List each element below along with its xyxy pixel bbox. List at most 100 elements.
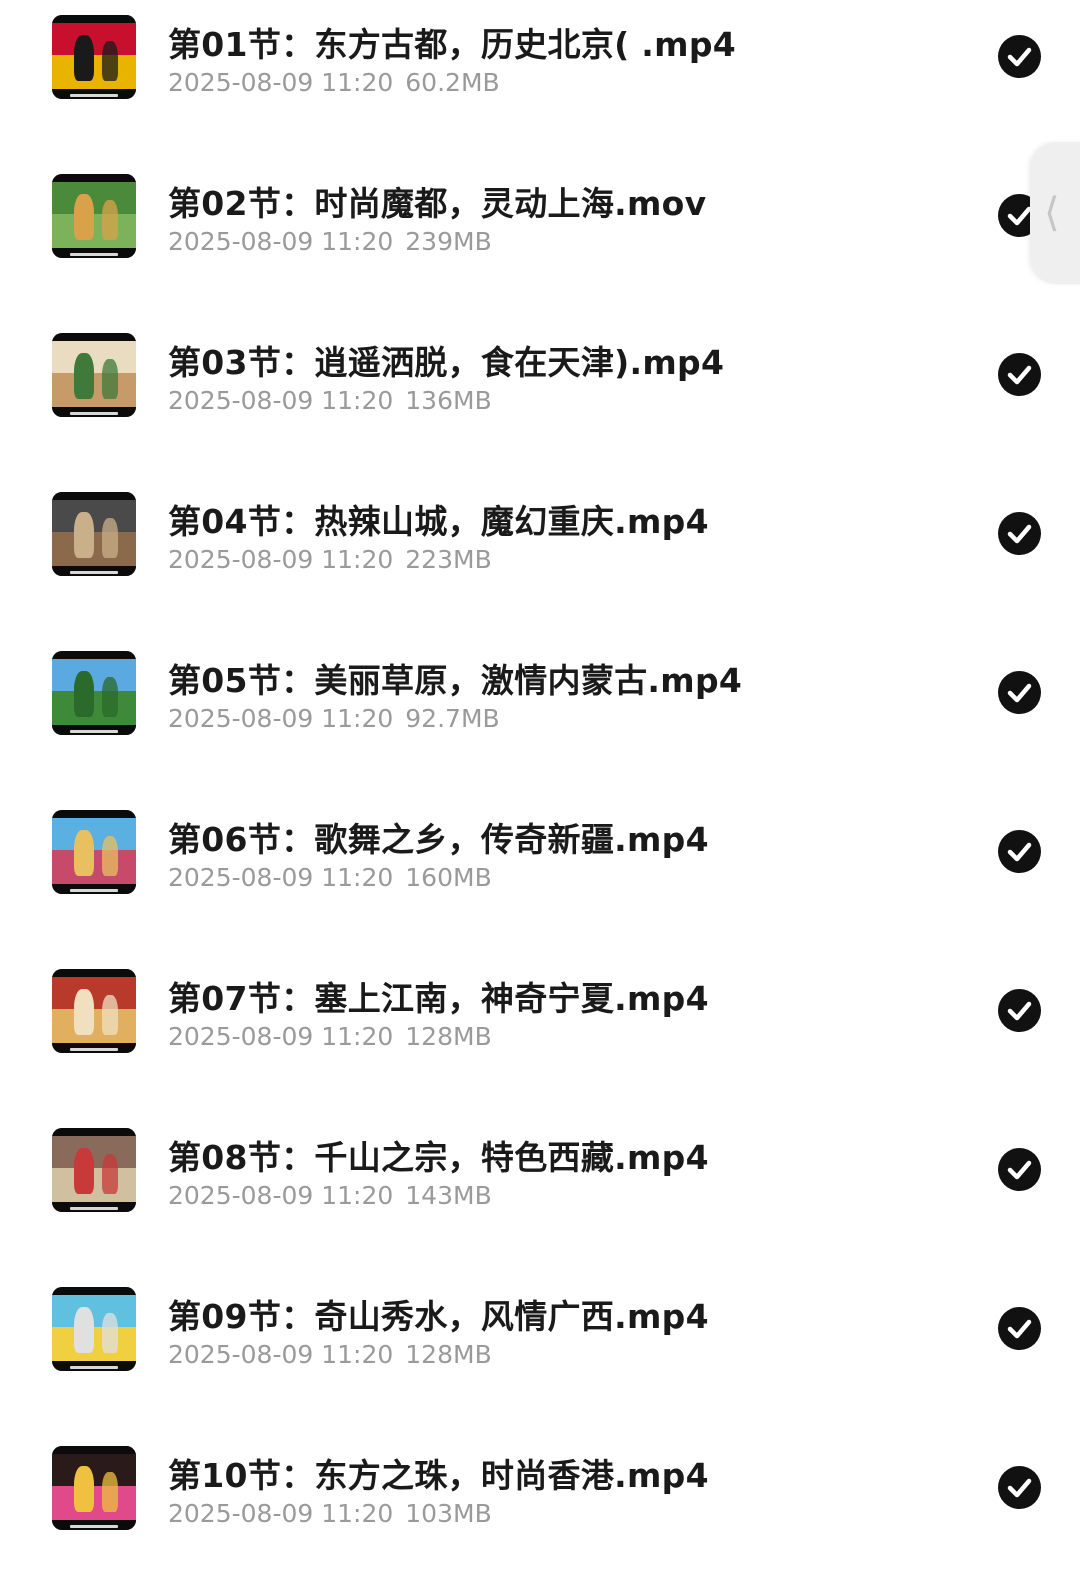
video-thumbnail[interactable] <box>52 1446 136 1530</box>
subtitle-strip <box>70 1366 118 1369</box>
video-thumbnail[interactable] <box>52 651 136 735</box>
thumbnail-figure <box>74 671 94 717</box>
letterbox-bar <box>52 1287 136 1295</box>
letterbox-bar <box>52 1128 136 1136</box>
check-circle-icon[interactable] <box>998 35 1041 78</box>
file-size: 223MB <box>405 545 492 574</box>
check-circle-icon[interactable] <box>998 353 1041 396</box>
subtitle-strip <box>70 94 118 97</box>
thumbnail-figure <box>102 1154 118 1194</box>
video-thumbnail[interactable] <box>52 174 136 258</box>
file-meta: 2025-08-09 11:20 60.2MB <box>168 68 500 97</box>
letterbox-bar <box>52 15 136 23</box>
file-name: 第06节：歌舞之乡，传奇新疆.mp4 <box>168 820 709 859</box>
letterbox-bar <box>52 174 136 182</box>
file-size: 60.2MB <box>405 68 500 97</box>
file-size: 136MB <box>405 386 492 415</box>
file-name: 第10节：东方之珠，时尚香港.mp4 <box>168 1456 709 1495</box>
letterbox-bar <box>52 1446 136 1454</box>
thumbnail-figure <box>74 35 94 81</box>
file-meta: 2025-08-09 11:20 136MB <box>168 386 492 415</box>
subtitle-strip <box>70 571 118 574</box>
video-thumbnail[interactable] <box>52 1287 136 1371</box>
file-name: 第03节：逍遥洒脱，食在天津).mp4 <box>168 343 725 382</box>
thumbnail-figure <box>74 830 94 876</box>
file-size: 143MB <box>405 1181 492 1210</box>
file-row[interactable]: 第07节：塞上江南，神奇宁夏.mp4 2025-08-09 11:20 128MB <box>0 954 1080 1113</box>
file-meta: 2025-08-09 11:20 160MB <box>168 863 492 892</box>
letterbox-bar <box>52 810 136 818</box>
file-row[interactable]: 第02节：时尚魔都，灵动上海.mov 2025-08-09 11:20 239MB <box>0 159 1080 318</box>
file-date: 2025-08-09 11:20 <box>168 1181 394 1210</box>
file-row[interactable]: 第10节：东方之珠，时尚香港.mp4 2025-08-09 11:20 103MB <box>0 1431 1080 1580</box>
video-thumbnail[interactable] <box>52 969 136 1053</box>
thumbnail-figure <box>102 41 118 81</box>
file-name: 第01节：东方古都，历史北京( .mp4 <box>168 25 736 64</box>
file-meta: 2025-08-09 11:20 92.7MB <box>168 704 500 733</box>
check-circle-icon[interactable] <box>998 1307 1041 1350</box>
file-date: 2025-08-09 11:20 <box>168 386 394 415</box>
check-circle-icon[interactable] <box>998 989 1041 1032</box>
chevron-left-icon: ⟨ <box>1044 190 1060 236</box>
file-name: 第09节：奇山秀水，风情广西.mp4 <box>168 1297 709 1336</box>
check-circle-icon[interactable] <box>998 512 1041 555</box>
video-thumbnail[interactable] <box>52 492 136 576</box>
file-size: 103MB <box>405 1499 492 1528</box>
subtitle-strip <box>70 889 118 892</box>
thumbnail-figure <box>102 518 118 558</box>
file-name: 第04节：热辣山城，魔幻重庆.mp4 <box>168 502 709 541</box>
thumbnail-figure <box>102 677 118 717</box>
file-row[interactable]: 第04节：热辣山城，魔幻重庆.mp4 2025-08-09 11:20 223MB <box>0 477 1080 636</box>
thumbnail-figure <box>74 1307 94 1353</box>
subtitle-strip <box>70 1048 118 1051</box>
file-date: 2025-08-09 11:20 <box>168 1022 394 1051</box>
file-name: 第02节：时尚魔都，灵动上海.mov <box>168 184 707 223</box>
thumbnail-figure <box>102 200 118 240</box>
file-date: 2025-08-09 11:20 <box>168 1340 394 1369</box>
file-row[interactable]: 第01节：东方古都，历史北京( .mp4 2025-08-09 11:20 60.2… <box>0 0 1080 159</box>
thumbnail-figure <box>74 512 94 558</box>
thumbnail-figure <box>74 353 94 399</box>
file-meta: 2025-08-09 11:20 128MB <box>168 1340 492 1369</box>
file-date: 2025-08-09 11:20 <box>168 704 394 733</box>
thumbnail-figure <box>102 836 118 876</box>
file-date: 2025-08-09 11:20 <box>168 227 394 256</box>
video-thumbnail[interactable] <box>52 15 136 99</box>
file-meta: 2025-08-09 11:20 143MB <box>168 1181 492 1210</box>
check-circle-icon[interactable] <box>998 1148 1041 1191</box>
check-circle-icon[interactable] <box>998 671 1041 714</box>
file-date: 2025-08-09 11:20 <box>168 1499 394 1528</box>
file-row[interactable]: 第08节：千山之宗，特色西藏.mp4 2025-08-09 11:20 143MB <box>0 1113 1080 1272</box>
thumbnail-figure <box>102 359 118 399</box>
file-date: 2025-08-09 11:20 <box>168 545 394 574</box>
file-meta: 2025-08-09 11:20 223MB <box>168 545 492 574</box>
subtitle-strip <box>70 730 118 733</box>
file-size: 239MB <box>405 227 492 256</box>
check-circle-icon[interactable] <box>998 1466 1041 1509</box>
file-size: 92.7MB <box>405 704 500 733</box>
check-circle-icon[interactable] <box>998 830 1041 873</box>
thumbnail-figure <box>74 989 94 1035</box>
file-meta: 2025-08-09 11:20 103MB <box>168 1499 492 1528</box>
file-size: 160MB <box>405 863 492 892</box>
video-thumbnail[interactable] <box>52 333 136 417</box>
thumbnail-figure <box>74 1148 94 1194</box>
letterbox-bar <box>52 492 136 500</box>
subtitle-strip <box>70 1525 118 1528</box>
video-thumbnail[interactable] <box>52 1128 136 1212</box>
file-date: 2025-08-09 11:20 <box>168 863 394 892</box>
file-meta: 2025-08-09 11:20 239MB <box>168 227 492 256</box>
file-row[interactable]: 第06节：歌舞之乡，传奇新疆.mp4 2025-08-09 11:20 160MB <box>0 795 1080 954</box>
thumbnail-figure <box>102 995 118 1035</box>
file-name: 第08节：千山之宗，特色西藏.mp4 <box>168 1138 709 1177</box>
video-thumbnail[interactable] <box>52 810 136 894</box>
file-row[interactable]: 第03节：逍遥洒脱，食在天津).mp4 2025-08-09 11:20 136MB <box>0 318 1080 477</box>
file-meta: 2025-08-09 11:20 128MB <box>168 1022 492 1051</box>
letterbox-bar <box>52 969 136 977</box>
file-date: 2025-08-09 11:20 <box>168 68 394 97</box>
side-drawer-handle[interactable]: ⟨ <box>1030 142 1080 284</box>
letterbox-bar <box>52 651 136 659</box>
file-row[interactable]: 第05节：美丽草原，激情内蒙古.mp4 2025-08-09 11:20 92.7M… <box>0 636 1080 795</box>
file-row[interactable]: 第09节：奇山秀水，风情广西.mp4 2025-08-09 11:20 128MB <box>0 1272 1080 1431</box>
file-name: 第07节：塞上江南，神奇宁夏.mp4 <box>168 979 709 1018</box>
